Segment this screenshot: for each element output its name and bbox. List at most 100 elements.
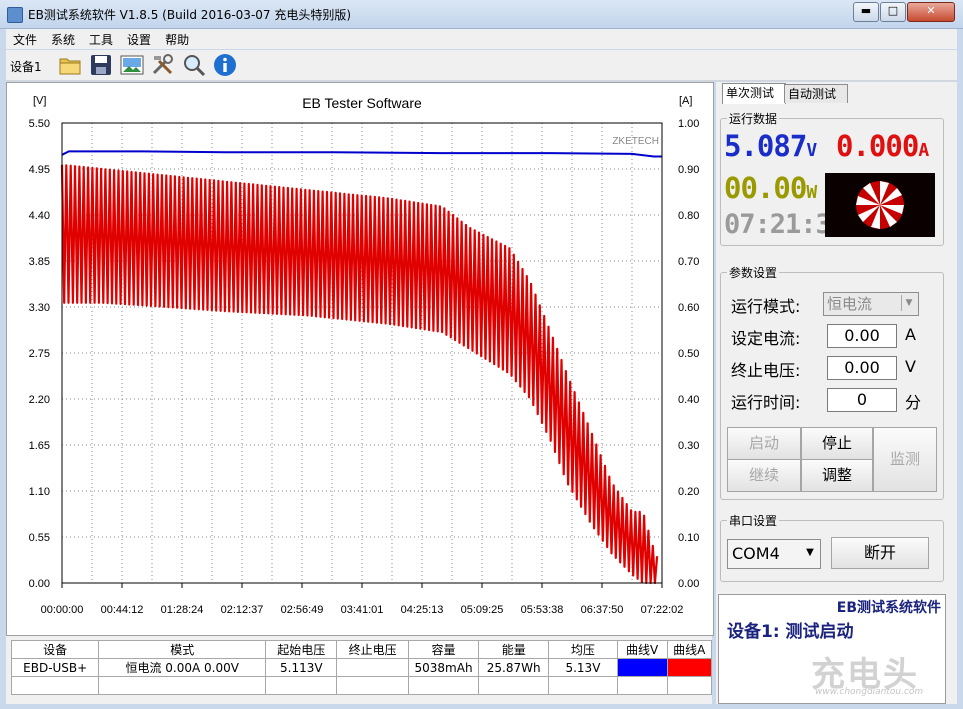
menu-system[interactable]: 系统 <box>44 29 82 50</box>
cell-device: EBD-USB+ <box>10 658 100 677</box>
menu-file[interactable]: 文件 <box>6 29 44 50</box>
cell-start-voltage: 5.113V <box>265 658 338 677</box>
y-left-tick-label: 4.40 <box>29 210 50 222</box>
x-tick-label: 06:37:50 <box>581 604 624 616</box>
maximize-button[interactable]: □ <box>880 2 906 22</box>
x-tick-label: 01:28:24 <box>161 604 204 616</box>
monitor-button[interactable]: 监测 <box>873 427 937 492</box>
y-left-tick-label: 0.00 <box>29 578 50 590</box>
minimize-button[interactable]: ▬ <box>853 2 879 22</box>
toolbar: 设备1 <box>6 50 957 81</box>
mode-label: 运行模式: <box>731 297 801 316</box>
brand-url: www.chongdiantou.com <box>815 687 924 697</box>
right-panel: 单次测试 自动测试 运行数据 5.087V 0.000A 00.00W 07:2… <box>716 82 957 704</box>
title-bar: EB测试系统软件 V1.8.5 (Build 2016-03-07 充电头特别版… <box>0 0 963 29</box>
x-tick-label: 05:53:38 <box>521 604 564 616</box>
curve-v-swatch[interactable] <box>616 658 668 677</box>
search-icon[interactable] <box>182 53 206 77</box>
start-button[interactable]: 启动 <box>727 427 801 460</box>
cell-energy: 25.87Wh <box>478 658 550 677</box>
set-current-label: 设定电流: <box>731 329 801 348</box>
chevron-down-icon: ▼ <box>901 295 916 311</box>
current-readout: 0.000A <box>836 129 929 163</box>
mode-select[interactable]: 恒电流 ▼ <box>823 292 919 316</box>
status-box: EB测试系统软件 设备1: 测试启动 充电头 www.chongdiantou.… <box>718 594 946 704</box>
params-group: 参数设置 运行模式: 恒电流 ▼ 设定电流: 0.00 A 终止电压: 0.00… <box>720 264 944 500</box>
col-header: 起始电压 <box>265 640 338 659</box>
device-selector[interactable]: 设备1 <box>10 58 42 75</box>
image-icon[interactable] <box>120 53 144 77</box>
x-tick-label: 05:09:25 <box>461 604 504 616</box>
y-right-tick-label: 0.40 <box>678 394 699 406</box>
tools-icon[interactable] <box>151 53 175 77</box>
menu-settings[interactable]: 设置 <box>120 29 158 50</box>
cell-capacity: 5038mAh <box>407 658 480 677</box>
y-left-tick-label: 1.65 <box>29 440 50 452</box>
x-tick-label: 07:22:02 <box>641 604 684 616</box>
y-left-tick-label: 5.50 <box>29 118 50 130</box>
x-tick-label: 02:56:49 <box>281 604 324 616</box>
y-right-tick-label: 0.00 <box>678 578 699 590</box>
menu-help[interactable]: 帮助 <box>158 29 196 50</box>
chart-watermark: ZKETECH <box>612 136 659 147</box>
curve-a-swatch[interactable] <box>666 658 713 677</box>
x-tick-label: 03:41:01 <box>341 604 384 616</box>
y-right-tick-label: 0.20 <box>678 486 699 498</box>
serial-legend: 串口设置 <box>727 512 780 529</box>
tab-auto-test[interactable]: 自动测试 <box>784 84 848 103</box>
y-right-tick-label: 0.90 <box>678 164 699 176</box>
menu-bar: 文件 系统 工具 设置 帮助 <box>6 29 957 49</box>
run-data-legend: 运行数据 <box>727 110 780 127</box>
continue-button[interactable]: 继续 <box>727 459 801 492</box>
end-voltage-unit: V <box>905 357 916 376</box>
voltage-current-chart: 5.50 1.00 4.95 0.90 4.40 0.80 3.85 0.70 3.30 0.60… <box>29 95 700 616</box>
chevron-down-icon: ▼ <box>806 547 814 558</box>
y-right-tick-label: 0.30 <box>678 440 699 452</box>
y-left-tick-label: 1.10 <box>29 486 50 498</box>
run-time-unit: 分 <box>905 393 922 412</box>
x-tick-label: 00:00:00 <box>41 604 84 616</box>
y-right-tick-label: 0.10 <box>678 532 699 544</box>
table-row[interactable]: EBD-USB+ 恒电流 0.00A 0.00V 5.113V 5038mAh … <box>10 658 713 677</box>
col-header: 容量 <box>407 640 480 659</box>
y-right-tick-label: 0.80 <box>678 210 699 222</box>
x-tick-label: 02:12:37 <box>221 604 264 616</box>
serial-group: 串口设置 COM4 ▼ 断开 <box>720 512 944 582</box>
info-icon[interactable] <box>213 53 237 77</box>
save-icon[interactable] <box>89 53 113 77</box>
y-left-tick-label: 2.75 <box>29 348 50 360</box>
menu-tools[interactable]: 工具 <box>82 29 120 50</box>
com-port-select[interactable]: COM4 ▼ <box>727 539 821 569</box>
app-icon <box>7 7 23 23</box>
col-header: 终止电压 <box>336 640 409 659</box>
folder-icon[interactable] <box>58 53 82 77</box>
y-left-tick-label: 0.55 <box>29 532 50 544</box>
cell-avg-voltage: 5.13V <box>548 658 618 677</box>
stats-panel: 设备 模式 起始电压 终止电压 容量 能量 均压 曲线V 曲线A EBD-USB… <box>6 636 713 704</box>
chart-title: EB Tester Software <box>302 95 422 111</box>
series-line-current <box>60 164 659 585</box>
y-left-unit: [V] <box>33 95 46 107</box>
col-header: 曲线A <box>666 640 713 659</box>
tab-single-test[interactable]: 单次测试 <box>722 83 786 104</box>
set-current-unit: A <box>905 325 916 344</box>
disconnect-button[interactable]: 断开 <box>831 537 929 569</box>
y-left-tick-label: 3.85 <box>29 256 50 268</box>
col-header: 设备 <box>10 640 100 659</box>
y-left-tick-label: 3.30 <box>29 302 50 314</box>
col-header: 均压 <box>548 640 618 659</box>
stats-table: 设备 模式 起始电压 终止电压 容量 能量 均压 曲线V 曲线A EBD-USB… <box>10 640 713 695</box>
x-tick-label: 04:25:13 <box>401 604 444 616</box>
run-data-group: 运行数据 5.087V 0.000A 00.00W 07:21:38 <box>720 110 944 246</box>
cell-end-voltage <box>336 658 409 677</box>
end-voltage-label: 终止电压: <box>731 361 801 380</box>
status-title: EB测试系统软件 <box>836 600 941 616</box>
close-button[interactable]: ✕ <box>907 2 955 22</box>
set-current-input[interactable]: 0.00 <box>827 324 897 348</box>
end-voltage-input[interactable]: 0.00 <box>827 356 897 380</box>
stop-button[interactable]: 停止 <box>801 427 873 460</box>
run-time-input[interactable]: 0 <box>827 388 897 412</box>
col-header: 模式 <box>98 640 267 659</box>
y-right-tick-label: 0.70 <box>678 256 699 268</box>
adjust-button[interactable]: 调整 <box>801 459 873 492</box>
